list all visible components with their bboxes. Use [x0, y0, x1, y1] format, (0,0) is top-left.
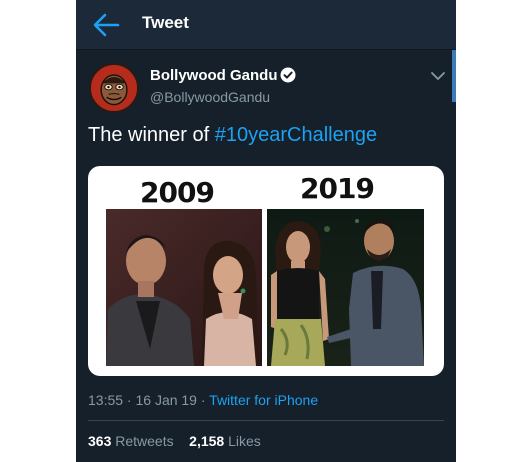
- author-name[interactable]: Bollywood Gandu: [150, 67, 278, 84]
- scrollbar[interactable]: [452, 50, 456, 102]
- media-label-right: 2019: [300, 172, 375, 205]
- arrow-left-icon: [93, 13, 120, 37]
- avatar-image: [91, 65, 137, 111]
- media-photo-right: [267, 209, 424, 366]
- top-bar: Tweet: [76, 0, 456, 50]
- source-link[interactable]: Twitter for iPhone: [209, 392, 318, 408]
- hashtag-link[interactable]: #10yearChallenge: [215, 124, 377, 146]
- divider: [88, 420, 444, 421]
- avatar[interactable]: [89, 63, 139, 113]
- page-title: Tweet: [142, 13, 189, 32]
- retweets-label: Retweets: [115, 433, 174, 449]
- verified-badge-icon: [280, 67, 296, 83]
- tweet-media[interactable]: 2009 2019: [88, 166, 444, 376]
- more-options-button[interactable]: [430, 70, 446, 82]
- back-button[interactable]: [92, 12, 120, 38]
- tweet-screen: Tweet Bollywood Gandu @BollywoodGandu Th…: [76, 0, 456, 462]
- likes-count: 2,158: [189, 433, 225, 449]
- tweet-text-body: The winner of: [88, 124, 215, 146]
- tweet-metadata: 13:55 · 16 Jan 19 · Twitter for iPhone: [88, 392, 318, 408]
- chevron-down-icon: [431, 72, 445, 80]
- likes-label: Likes: [228, 433, 261, 449]
- retweets-stat[interactable]: 363 Retweets: [88, 433, 178, 449]
- tweet-text: The winner of #10yearChallenge: [88, 124, 377, 147]
- retweets-count: 363: [88, 433, 112, 449]
- timestamp: 13:55 · 16 Jan 19 ·: [88, 392, 210, 408]
- media-photo-left: [106, 209, 262, 366]
- tweet-stats: 363 Retweets 2,158 Likes: [88, 433, 261, 449]
- likes-stat[interactable]: 2,158 Likes: [185, 433, 261, 449]
- author-handle[interactable]: @BollywoodGandu: [150, 89, 270, 105]
- media-label-left: 2009: [140, 176, 215, 209]
